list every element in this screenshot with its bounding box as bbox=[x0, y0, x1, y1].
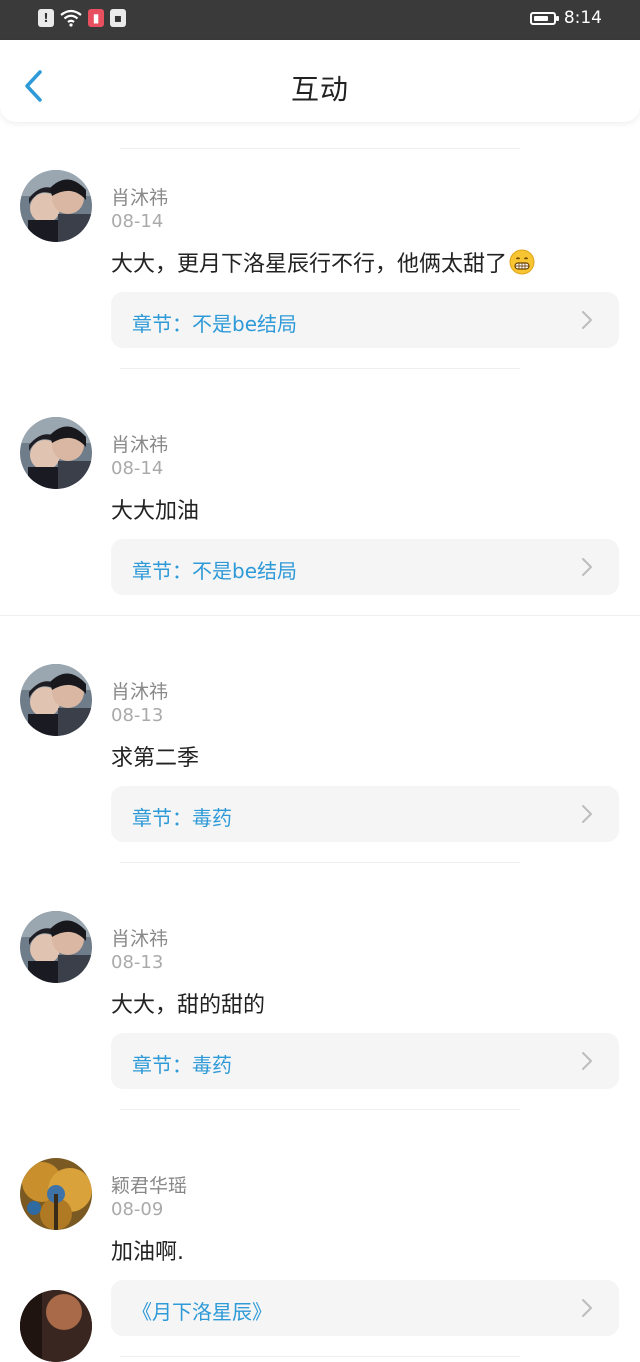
comment-date: 08-14 bbox=[111, 211, 164, 232]
comment-text: 大大，甜的甜的 bbox=[111, 987, 265, 1019]
chapter-link[interactable]: 章节：毒药 bbox=[111, 1033, 619, 1089]
user-name[interactable]: 肖沐祎 bbox=[111, 430, 168, 457]
chapter-link[interactable]: 章节：不是be结局 bbox=[111, 539, 619, 595]
comment-item: 颖君华瑶 08-09 加油啊. 《月下洛星辰》 bbox=[0, 1110, 640, 1336]
status-time: 8:14 bbox=[563, 8, 602, 28]
comment-text: 大大加油 bbox=[111, 493, 199, 525]
chapter-link-label: 章节：不是be结局 bbox=[132, 559, 297, 583]
battery-fill bbox=[533, 15, 548, 21]
grin-emoji-icon bbox=[509, 249, 535, 275]
avatar[interactable] bbox=[20, 1290, 92, 1362]
comment-text-content: 大大加油 bbox=[111, 499, 200, 524]
avatar[interactable] bbox=[20, 417, 92, 489]
header: 互动 bbox=[0, 40, 640, 122]
chapter-link[interactable]: 章节：不是be结局 bbox=[111, 292, 619, 348]
store-app-icon: ▪ bbox=[110, 9, 126, 27]
status-icons-right: 8:14 bbox=[529, 8, 602, 28]
user-name[interactable]: 肖沐祎 bbox=[111, 183, 168, 210]
chapter-link-label: 《月下洛星辰》 bbox=[132, 1300, 272, 1324]
chevron-right-icon bbox=[582, 1052, 592, 1070]
chevron-right-icon bbox=[582, 311, 592, 329]
chapter-link-label: 章节：毒药 bbox=[132, 806, 232, 830]
comment-date: 08-09 bbox=[111, 1199, 164, 1220]
comment-text-content: 求第二季 bbox=[111, 746, 200, 771]
chevron-right-icon bbox=[582, 805, 592, 823]
user-name[interactable]: 肖沐祎 bbox=[111, 924, 168, 951]
book-app-icon: ▮ bbox=[88, 9, 104, 27]
avatar[interactable] bbox=[20, 664, 92, 736]
comment-date: 08-13 bbox=[111, 705, 164, 726]
divider bbox=[120, 1356, 520, 1357]
comment-item: 肖沐祎 08-14 大大加油 章节：不是be结局 bbox=[0, 369, 640, 595]
status-icons-left: ! ▮ ▪ bbox=[38, 9, 126, 27]
chevron-right-icon bbox=[582, 1299, 592, 1317]
comment-text-content: 大大，甜的甜的 bbox=[111, 993, 266, 1018]
comment-item: 肖沐祎 08-13 大大，甜的甜的 章节：毒药 bbox=[0, 863, 640, 1089]
avatar[interactable] bbox=[20, 911, 92, 983]
comment-text-content: 大大，更月下洛星辰行不行，他俩太甜了 bbox=[111, 252, 508, 277]
user-name[interactable]: 肖沐祎 bbox=[111, 677, 168, 704]
avatar[interactable] bbox=[20, 1158, 92, 1230]
chapter-link-label: 章节：毒药 bbox=[132, 1053, 232, 1077]
comment-text: 大大，更月下洛星辰行不行，他俩太甜了 bbox=[111, 246, 535, 278]
alert-icon: ! bbox=[38, 9, 54, 27]
comment-text-content: 加油啊. bbox=[111, 1240, 184, 1265]
comment-item: 肖沐祎 08-13 求第二季 章节：毒药 bbox=[0, 616, 640, 842]
comment-text: 求第二季 bbox=[111, 740, 199, 772]
chevron-right-icon bbox=[582, 558, 592, 576]
avatar[interactable] bbox=[20, 170, 92, 242]
chapter-link[interactable]: 《月下洛星辰》 bbox=[111, 1280, 619, 1336]
comment-item: 肖沐祎 08-14 大大，更月下洛星辰行不行，他俩太甜了 章节：不是be结局 bbox=[0, 122, 640, 348]
wifi-icon bbox=[60, 9, 82, 27]
comment-date: 08-14 bbox=[111, 458, 164, 479]
comment-text: 加油啊. bbox=[111, 1234, 184, 1266]
user-name[interactable]: 颖君华瑶 bbox=[111, 1171, 187, 1198]
battery-icon bbox=[529, 11, 559, 25]
page-title: 互动 bbox=[290, 73, 349, 106]
comment-date: 08-13 bbox=[111, 952, 164, 973]
chapter-link[interactable]: 章节：毒药 bbox=[111, 786, 619, 842]
status-bar: ! ▮ ▪ 8:14 bbox=[0, 0, 640, 40]
comment-list: 肖沐祎 08-14 大大，更月下洛星辰行不行，他俩太甜了 章节：不是be结局 肖… bbox=[0, 122, 640, 1357]
chapter-link-label: 章节：不是be结局 bbox=[132, 312, 297, 336]
